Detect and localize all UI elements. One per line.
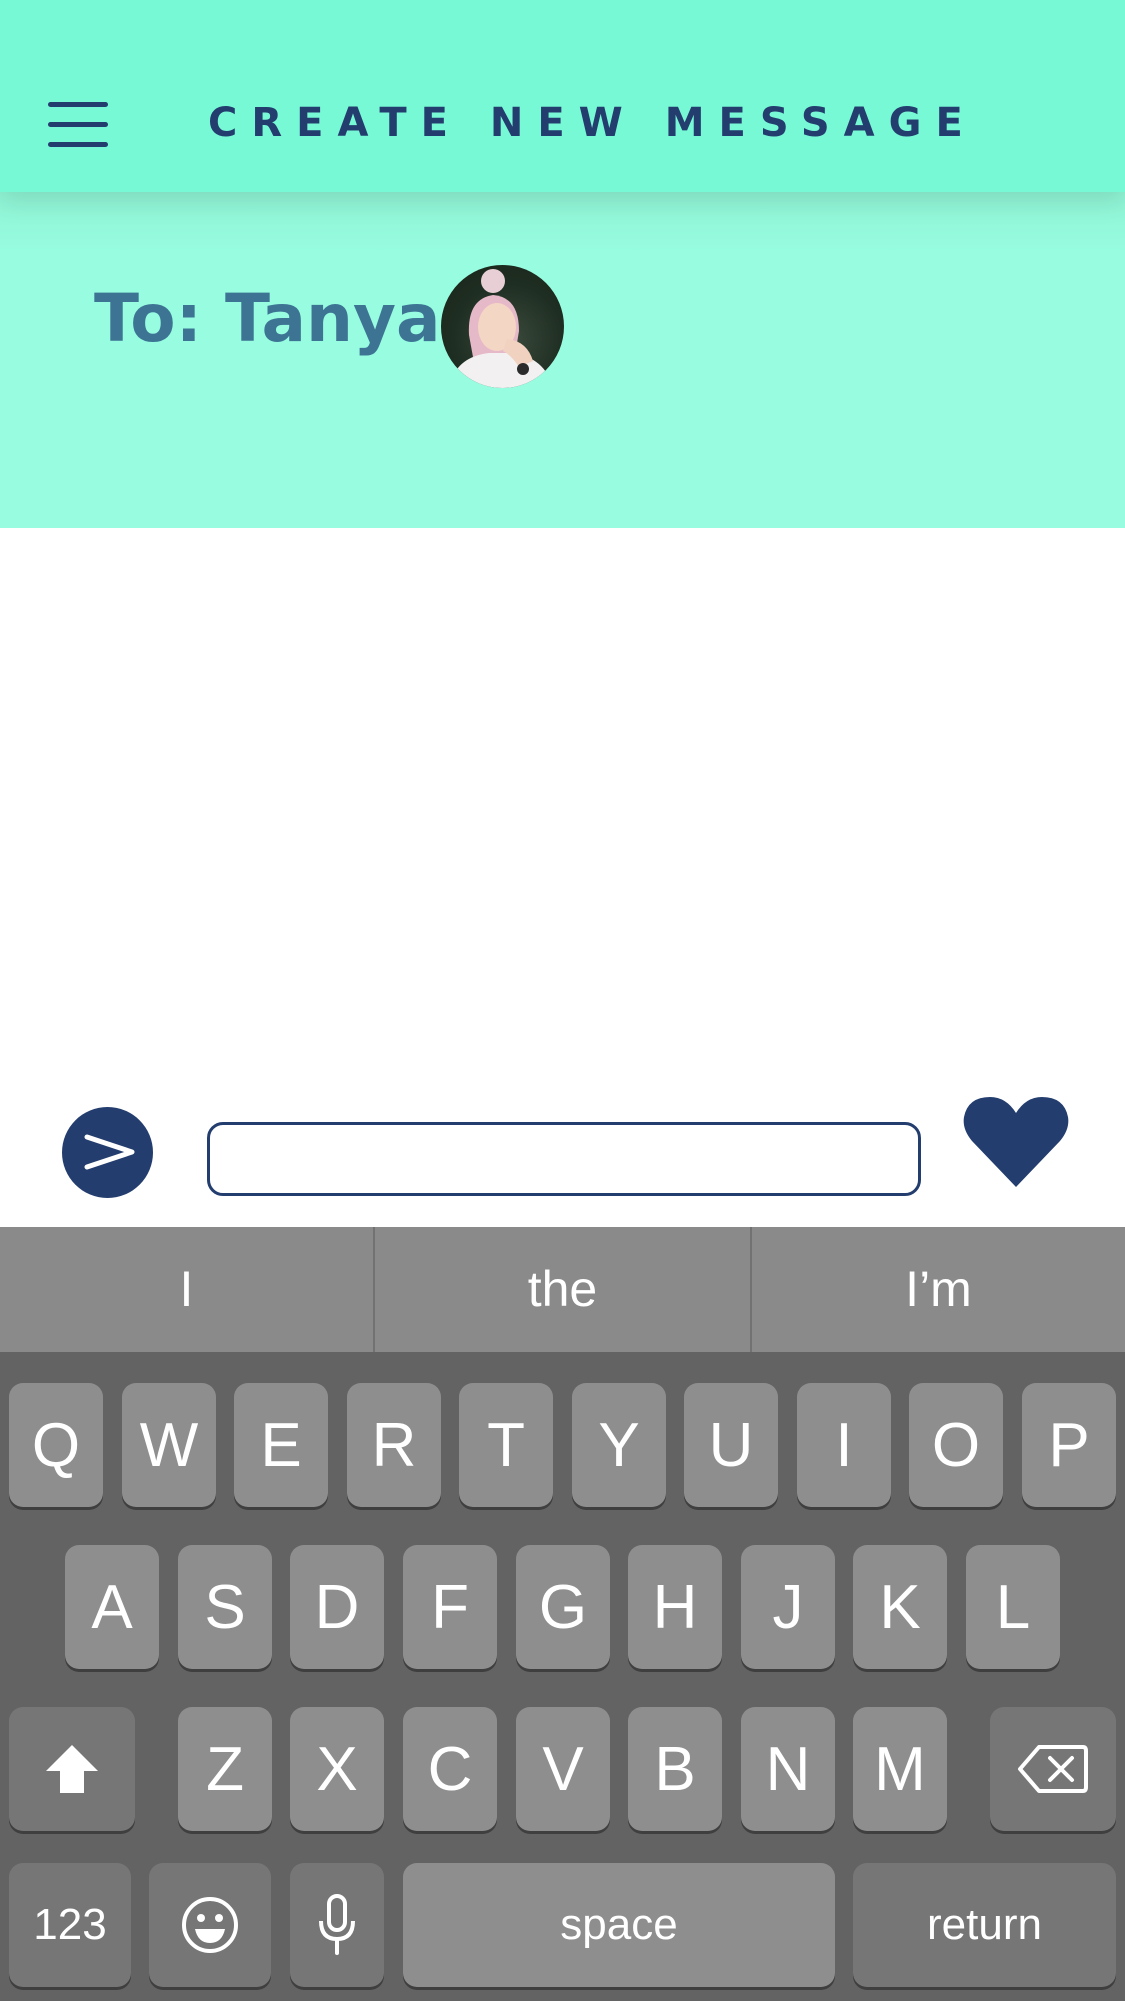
page-title: CREATE NEW MESSAGE — [208, 100, 977, 146]
key-u[interactable]: U — [684, 1383, 778, 1507]
heart-icon — [963, 1097, 1069, 1187]
shift-arrow-icon — [46, 1745, 98, 1793]
key-d[interactable]: D — [290, 1545, 384, 1669]
recipient-panel: To: Tanya — [0, 192, 1125, 528]
emoji-key[interactable] — [149, 1863, 271, 1987]
message-thread-area — [0, 528, 1125, 1088]
key-g[interactable]: G — [516, 1545, 610, 1669]
key-j[interactable]: J — [741, 1545, 835, 1669]
message-input[interactable] — [207, 1122, 921, 1196]
key-q[interactable]: Q — [9, 1383, 103, 1507]
microphone-key[interactable] — [290, 1863, 384, 1987]
microphone-icon — [319, 1894, 355, 1955]
key-v[interactable]: V — [516, 1707, 610, 1831]
key-r[interactable]: R — [347, 1383, 441, 1507]
key-p[interactable]: P — [1022, 1383, 1116, 1507]
key-n[interactable]: N — [741, 1707, 835, 1831]
hamburger-menu-icon[interactable] — [48, 102, 108, 148]
recipient-label: To: Tanya — [94, 280, 441, 357]
key-o[interactable]: O — [909, 1383, 1003, 1507]
key-b[interactable]: B — [628, 1707, 722, 1831]
keyboard: I the I’m Q W E R T Y U I O P A S D F G … — [0, 1227, 1125, 2001]
key-s[interactable]: S — [178, 1545, 272, 1669]
key-z[interactable]: Z — [178, 1707, 272, 1831]
key-m[interactable]: M — [853, 1707, 947, 1831]
header-bar: CREATE NEW MESSAGE — [0, 0, 1125, 192]
shift-key[interactable] — [9, 1707, 135, 1831]
suggestion-1[interactable]: I — [0, 1227, 373, 1352]
space-key[interactable]: space — [403, 1863, 835, 1987]
send-button[interactable] — [62, 1107, 153, 1198]
delete-key[interactable] — [990, 1707, 1116, 1831]
backspace-icon — [1018, 1745, 1088, 1793]
key-w[interactable]: W — [122, 1383, 216, 1507]
key-t[interactable]: T — [459, 1383, 553, 1507]
emoji-icon — [182, 1897, 238, 1953]
suggestion-2[interactable]: the — [375, 1227, 750, 1352]
key-a[interactable]: A — [65, 1545, 159, 1669]
like-button[interactable] — [962, 1095, 1070, 1191]
suggestion-3[interactable]: I’m — [752, 1227, 1125, 1352]
numbers-key[interactable]: 123 — [9, 1863, 131, 1987]
send-arrow-icon — [84, 1134, 135, 1170]
key-k[interactable]: K — [853, 1545, 947, 1669]
avatar[interactable] — [441, 265, 564, 388]
key-x[interactable]: X — [290, 1707, 384, 1831]
key-e[interactable]: E — [234, 1383, 328, 1507]
key-l[interactable]: L — [966, 1545, 1060, 1669]
suggestion-bar: I the I’m — [0, 1227, 1125, 1352]
key-i[interactable]: I — [797, 1383, 891, 1507]
key-h[interactable]: H — [628, 1545, 722, 1669]
return-key[interactable]: return — [853, 1863, 1116, 1987]
key-c[interactable]: C — [403, 1707, 497, 1831]
key-y[interactable]: Y — [572, 1383, 666, 1507]
avatar-portrait-icon — [449, 269, 553, 388]
key-f[interactable]: F — [403, 1545, 497, 1669]
